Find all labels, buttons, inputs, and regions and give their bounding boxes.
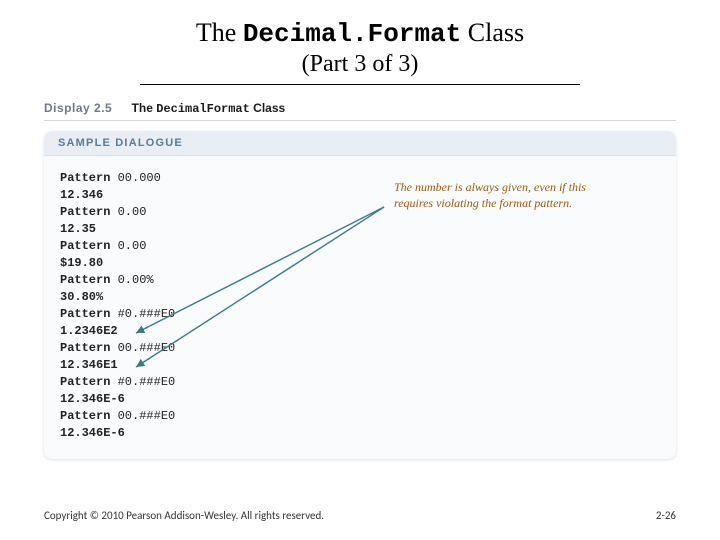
output-line: $19.80 [60, 255, 660, 272]
output-value: 12.346E-6 [60, 392, 125, 406]
panel-header: SAMPLE DIALOGUE [44, 131, 676, 156]
display-title: The DecimalFormat Class [132, 101, 286, 115]
output-value: 12.346E1 [60, 358, 118, 372]
slide-title: The Decimal.Format Class [0, 0, 720, 49]
display-text-code: DecimalFormat [156, 102, 250, 116]
output-value: 30.80% [60, 290, 103, 304]
output-line: 30.80% [60, 289, 660, 306]
pattern-arg: 0.00 [118, 205, 147, 219]
pattern-arg: 00.###E0 [118, 341, 176, 355]
output-value: 12.346 [60, 188, 103, 202]
title-code: Decimal.Format [243, 19, 461, 49]
pattern-arg: 0.00% [118, 273, 154, 287]
display-text-pre: The [132, 101, 157, 115]
output-line: 12.346E-6 [60, 391, 660, 408]
pattern-arg: 00.###E0 [118, 409, 176, 423]
pattern-label: Pattern [60, 273, 118, 287]
pattern-label: Pattern [60, 409, 118, 423]
pattern-label: Pattern [60, 171, 118, 185]
pattern-arg: #0.###E0 [118, 375, 176, 389]
annotation-text: The number is always given, even if this… [394, 179, 604, 211]
output-line: Pattern 00.###E0 [60, 408, 660, 425]
output-line: 12.346E1 [60, 357, 660, 374]
output-value: 12.346E-6 [60, 426, 125, 440]
output-line: Pattern #0.###E0 [60, 374, 660, 391]
display-label: Display 2.5 [44, 101, 112, 115]
title-post: Class [461, 18, 524, 47]
output-value: 1.2346E2 [60, 324, 118, 338]
output-line: Pattern 0.00 [60, 238, 660, 255]
pattern-arg: 00.000 [118, 171, 161, 185]
page-number: 2-26 [656, 509, 676, 522]
pattern-label: Pattern [60, 239, 118, 253]
pattern-arg: #0.###E0 [118, 307, 176, 321]
sample-panel: SAMPLE DIALOGUE Pattern 00.000 12.346 Pa… [44, 131, 676, 459]
title-pre: The [196, 18, 243, 47]
pattern-label: Pattern [60, 375, 118, 389]
output-line: Pattern 0.00% [60, 272, 660, 289]
slide-subtitle: (Part 3 of 3) [140, 51, 580, 85]
output-line: Pattern #0.###E0 [60, 306, 660, 323]
output-line: 1.2346E2 [60, 323, 660, 340]
output-value: 12.35 [60, 222, 96, 236]
copyright-text: Copyright © 2010 Pearson Addison-Wesley.… [44, 509, 324, 522]
output-line: 12.35 [60, 221, 660, 238]
display-bar: Display 2.5 The DecimalFormat Class [44, 101, 676, 121]
output-line: Pattern 00.###E0 [60, 340, 660, 357]
footer: Copyright © 2010 Pearson Addison-Wesley.… [44, 509, 676, 522]
output-value: $19.80 [60, 256, 103, 270]
display-text-post: Class [250, 101, 285, 115]
pattern-arg: 0.00 [118, 239, 147, 253]
output-line: 12.346E-6 [60, 425, 660, 442]
pattern-label: Pattern [60, 205, 118, 219]
pattern-label: Pattern [60, 341, 118, 355]
pattern-label: Pattern [60, 307, 118, 321]
